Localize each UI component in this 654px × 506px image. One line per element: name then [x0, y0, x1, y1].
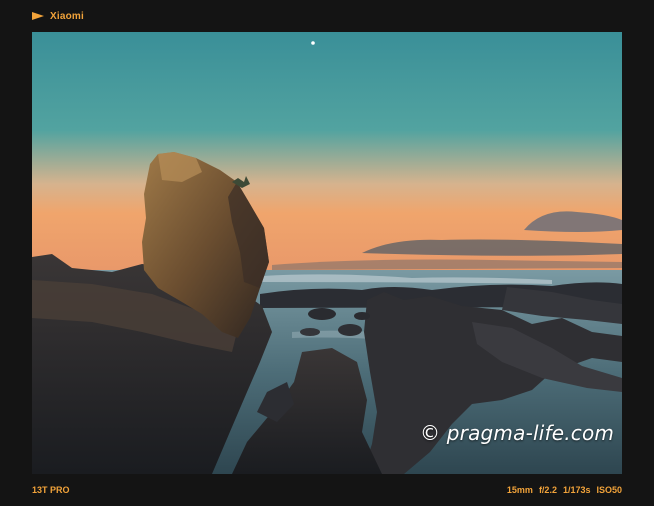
brand-header: Xiaomi [32, 9, 84, 23]
pennant-flag-icon [32, 12, 44, 20]
brand-name: Xiaomi [50, 10, 84, 22]
exif-info: 15mm f/2.2 1/173s ISO50 [507, 485, 622, 495]
camera-model: 13T PRO [32, 485, 70, 495]
watermark: © pragma-life.com [420, 421, 615, 445]
seascape-image [32, 32, 622, 474]
exif-iso: ISO50 [596, 485, 622, 495]
photo-frame: Xiaomi © pragma-life.com 13T PRO 15mm f/… [0, 0, 654, 506]
exif-aperture: f/2.2 [538, 485, 557, 495]
photo: © pragma-life.com [32, 32, 622, 474]
exif-focal-length: 15mm [506, 485, 533, 495]
exif-shutter: 1/173s [562, 485, 591, 495]
